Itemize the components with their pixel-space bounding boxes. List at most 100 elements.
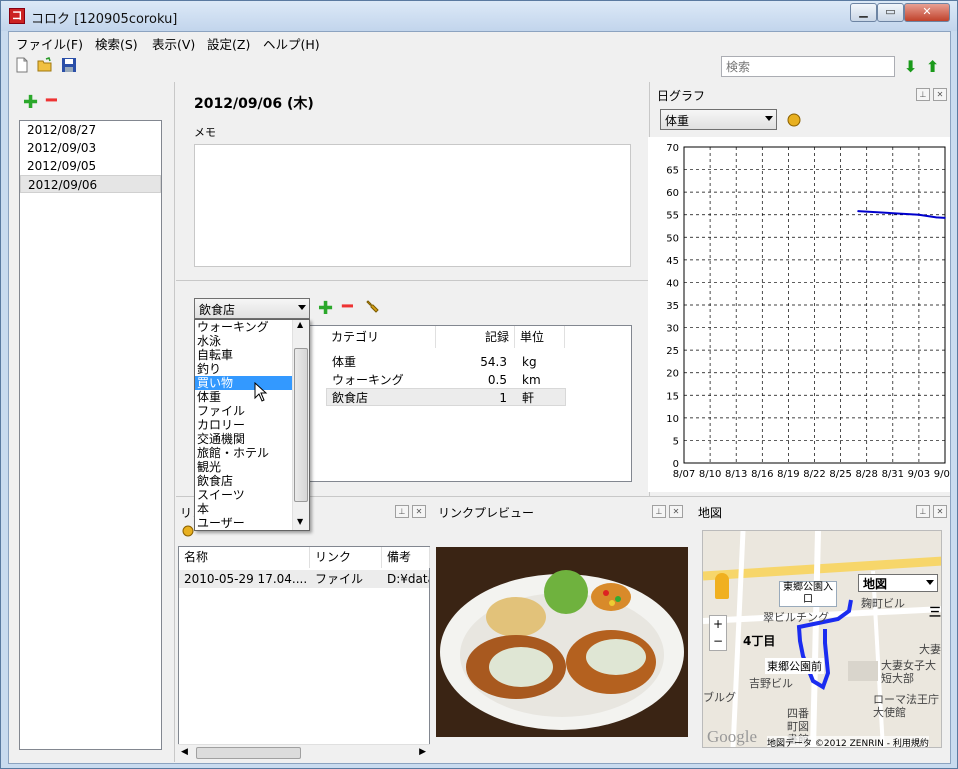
maximize-button[interactable]: ▭: [877, 3, 904, 22]
record-value[interactable]: 54.3: [436, 353, 507, 371]
link-name[interactable]: 2010-05-29 17.04....: [184, 570, 309, 588]
link-horizontal-scrollbar[interactable]: ◀ ▶: [178, 744, 430, 761]
map-type-combo[interactable]: 地図: [858, 574, 938, 592]
record-value[interactable]: 0.5: [436, 371, 507, 389]
pin-icon[interactable]: ⊥: [395, 505, 409, 518]
column-category[interactable]: カテゴリ: [326, 326, 436, 348]
add-date-button[interactable]: ✚: [23, 92, 38, 113]
dropdown-option[interactable]: 体重: [195, 390, 292, 404]
y-tick-label: 35: [666, 301, 679, 312]
date-item[interactable]: 2012/09/05: [20, 157, 161, 175]
y-tick-label: 10: [666, 414, 679, 425]
chevron-down-icon: [298, 305, 306, 310]
close-icon[interactable]: ✕: [933, 505, 947, 518]
date-item[interactable]: 2012/09/03: [20, 139, 161, 157]
dropdown-option[interactable]: 交通機関: [195, 432, 292, 446]
hand-icon[interactable]: [181, 524, 195, 538]
zoom-control[interactable]: + −: [709, 615, 727, 651]
scroll-up-icon[interactable]: ▲: [297, 320, 303, 329]
record-unit[interactable]: kg: [522, 353, 537, 371]
link-type[interactable]: ファイル: [315, 570, 363, 588]
scroll-right-icon[interactable]: ▶: [419, 747, 426, 757]
dropdown-option[interactable]: カロリー: [195, 418, 292, 432]
dropdown-option[interactable]: 本: [195, 502, 292, 516]
dropdown-option[interactable]: 買い物: [195, 376, 292, 390]
dropdown-option[interactable]: 飲食店: [195, 474, 292, 488]
map-label: 大妻女子大短大部: [881, 659, 936, 685]
data-point: [944, 217, 946, 219]
menu-view[interactable]: 表示(V): [152, 34, 195, 53]
memo-divider: [176, 280, 648, 281]
menu-settings[interactable]: 設定(Z): [207, 34, 250, 53]
map-view[interactable]: + − 地図 東郷公園入口 翠ビルチング 麹町ビル 4丁目 東郷公園前 吉野ビル …: [702, 530, 942, 748]
record-unit[interactable]: km: [522, 371, 541, 389]
close-icon[interactable]: ✕: [933, 88, 947, 101]
menu-file[interactable]: ファイル(F): [16, 34, 83, 53]
record-unit[interactable]: 軒: [522, 389, 534, 407]
link-table[interactable]: 名称 リンク 備考 2010-05-29 17.04.... ファイル D:¥d…: [178, 546, 430, 746]
scroll-down-icon[interactable]: ▼: [297, 517, 303, 526]
dropdown-option[interactable]: 観光: [195, 460, 292, 474]
dropdown-option[interactable]: 水泳: [195, 334, 292, 348]
close-icon[interactable]: ✕: [412, 505, 426, 518]
dropdown-option[interactable]: 自転車: [195, 348, 292, 362]
map-label: 麹町ビル: [861, 597, 905, 610]
zoom-in-icon[interactable]: +: [710, 616, 726, 633]
map-attribution[interactable]: 地図データ ©2012 ZENRIN - 利用規約: [767, 736, 929, 747]
record-category[interactable]: ウォーキング: [332, 371, 404, 389]
street-view-pegman-icon[interactable]: [715, 573, 729, 599]
chevron-down-icon: [926, 580, 934, 585]
dropdown-option[interactable]: 釣り: [195, 362, 292, 376]
remove-record-button[interactable]: ━: [342, 296, 353, 317]
record-category[interactable]: 体重: [332, 353, 356, 371]
scroll-left-icon[interactable]: ◀: [181, 747, 188, 757]
pin-icon[interactable]: ⊥: [652, 505, 666, 518]
save-icon[interactable]: [61, 57, 77, 73]
record-category[interactable]: 飲食店: [332, 389, 368, 407]
date-item-selected[interactable]: 2012/09/06: [20, 175, 161, 193]
splitter-left[interactable]: [174, 82, 175, 762]
column-note[interactable]: 備考: [382, 547, 430, 568]
zoom-out-icon[interactable]: −: [710, 633, 726, 650]
dropdown-option[interactable]: 旅館・ホテル: [195, 446, 292, 460]
column-link[interactable]: リンク: [310, 547, 382, 568]
column-name[interactable]: 名称: [179, 547, 310, 568]
menu-help[interactable]: ヘルプ(H): [263, 34, 320, 53]
client-area: ファイル(F) 検索(S) 表示(V) 設定(Z) ヘルプ(H) ⬇ ⬆ ✚ ━…: [8, 31, 956, 764]
dropdown-option[interactable]: スイーツ: [195, 488, 292, 502]
pin-icon[interactable]: ⊥: [916, 505, 930, 518]
category-combo[interactable]: 飲食店: [194, 298, 310, 319]
column-unit[interactable]: 単位: [515, 326, 565, 348]
dropdown-option[interactable]: ファイル: [195, 404, 292, 418]
search-up-arrow-icon[interactable]: ⬆: [926, 57, 939, 76]
menu-search[interactable]: 検索(S): [95, 34, 138, 53]
remove-date-button[interactable]: ━: [46, 90, 57, 111]
scroll-thumb[interactable]: [294, 348, 308, 502]
category-dropdown-list[interactable]: ウォーキング 水泳 自転車 釣り 買い物 体重 ファイル カロリー 交通機関 旅館・ホテル 観光 飲食…: [194, 319, 310, 531]
record-value[interactable]: 1: [436, 389, 507, 407]
dropdown-option[interactable]: ウォーキング: [195, 320, 292, 334]
date-list[interactable]: 2012/08/27 2012/09/03 2012/09/05 2012/09…: [19, 120, 162, 750]
title-bar[interactable]: コ コロク [120905coroku] ▁ ▭ ✕: [1, 1, 957, 31]
memo-textarea[interactable]: [194, 144, 631, 267]
google-logo[interactable]: Google: [707, 727, 757, 747]
add-record-button[interactable]: ✚: [318, 298, 333, 319]
close-button[interactable]: ✕: [904, 3, 950, 22]
dropdown-scrollbar[interactable]: ▲ ▼: [292, 320, 309, 530]
column-value[interactable]: 記録: [436, 326, 515, 348]
scroll-thumb[interactable]: [196, 747, 301, 759]
date-item[interactable]: 2012/08/27: [20, 121, 161, 139]
graph-metric-combo[interactable]: 体重: [660, 109, 777, 130]
search-input[interactable]: [721, 56, 895, 77]
preview-panel-title: リンクプレビュー: [438, 506, 535, 520]
new-file-icon[interactable]: [14, 57, 30, 73]
dropdown-option[interactable]: ユーザー: [195, 516, 292, 530]
minimize-button[interactable]: ▁: [850, 3, 877, 22]
pin-icon[interactable]: ⊥: [916, 88, 930, 101]
open-folder-icon[interactable]: [37, 57, 53, 73]
wrench-icon[interactable]: [365, 299, 381, 315]
search-down-arrow-icon[interactable]: ⬇: [904, 57, 917, 76]
close-icon[interactable]: ✕: [669, 505, 683, 518]
link-note[interactable]: D:¥data¥: [387, 570, 429, 588]
hand-icon[interactable]: [786, 111, 802, 127]
